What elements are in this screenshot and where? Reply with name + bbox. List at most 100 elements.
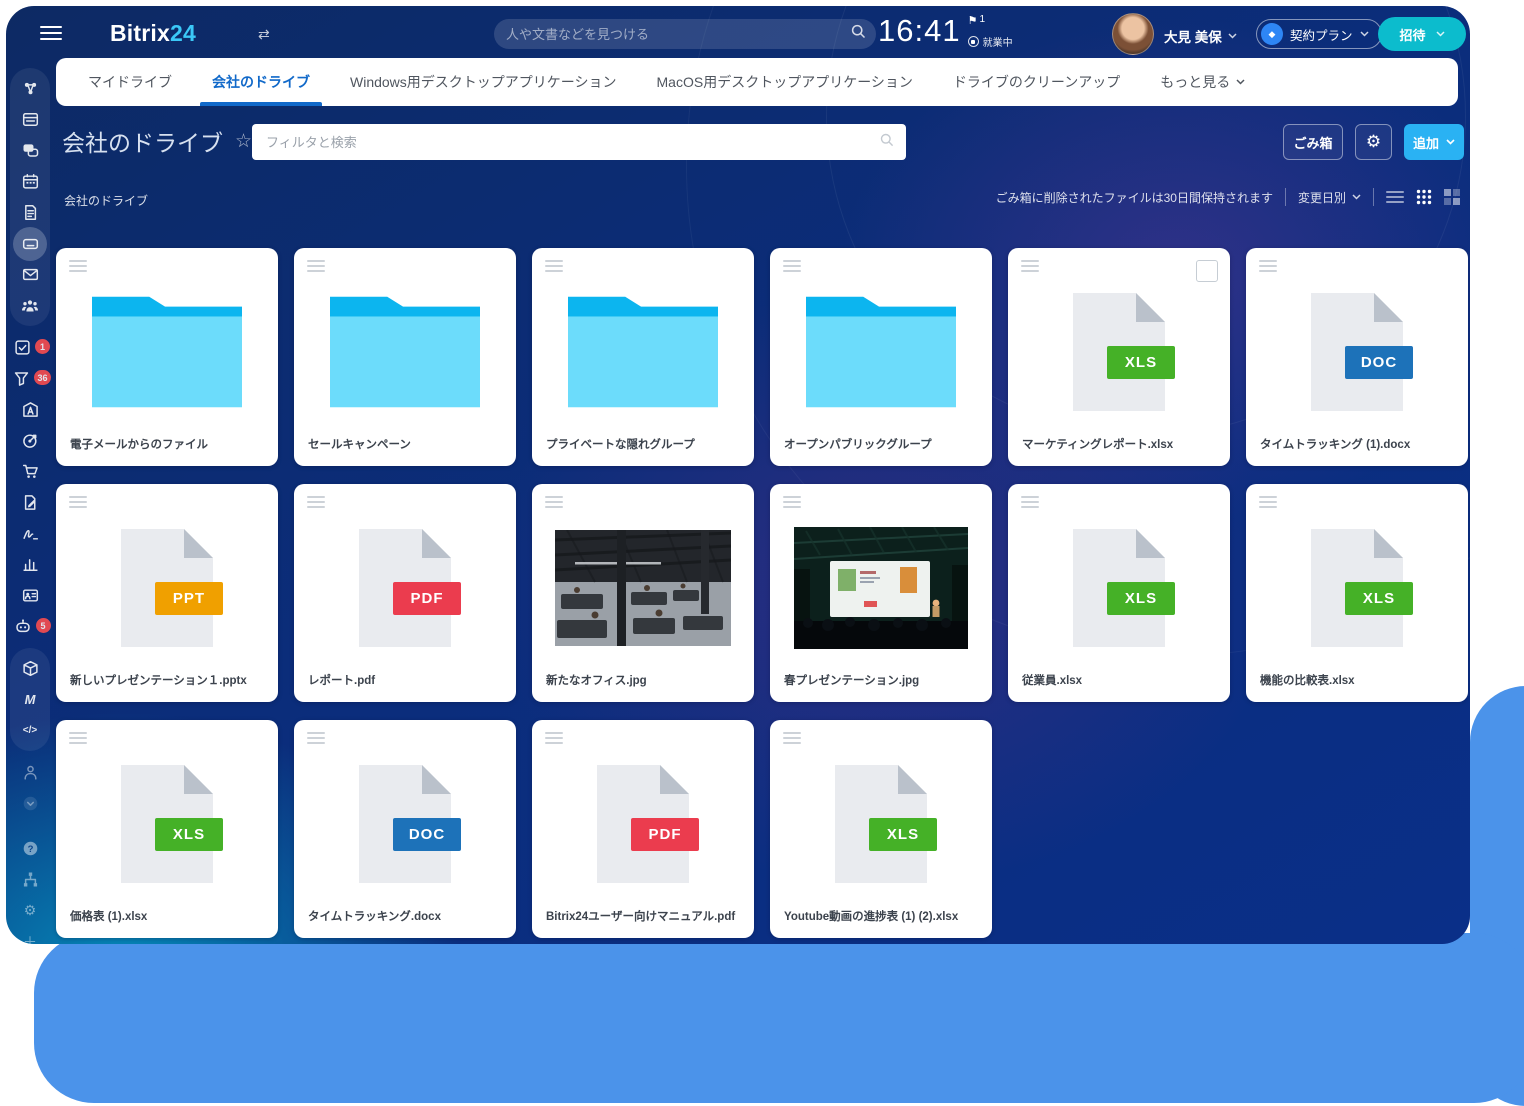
sidebar-item-crm[interactable]: 36 bbox=[13, 363, 47, 394]
sidebar-item-sales-intelligence[interactable] bbox=[13, 425, 47, 456]
bitrix24-logo[interactable]: Bitrix24 bbox=[110, 20, 196, 47]
folder-card[interactable]: 電子メールからのファイル bbox=[56, 248, 278, 466]
file-card[interactable]: XLS価格表 (1).xlsx bbox=[56, 720, 278, 938]
settings-button[interactable]: ⚙ bbox=[1355, 124, 1392, 160]
card-menu-icon[interactable] bbox=[783, 260, 801, 275]
divider bbox=[1285, 188, 1286, 206]
sidebar-item-market-m[interactable]: M bbox=[13, 684, 47, 715]
card-menu-icon[interactable] bbox=[545, 732, 563, 747]
sidebar-item-mail[interactable] bbox=[13, 259, 47, 290]
card-menu-icon[interactable] bbox=[1259, 496, 1277, 511]
file-preview: XLS bbox=[770, 754, 992, 894]
file-type-badge: XLS bbox=[155, 818, 223, 851]
main-menu-icon[interactable] bbox=[40, 26, 62, 44]
global-search[interactable] bbox=[494, 19, 876, 49]
sidebar-item-live-feed[interactable] bbox=[13, 73, 47, 104]
sidebar-item-hr[interactable] bbox=[13, 757, 47, 788]
folder-card[interactable]: オープンパブリックグループ bbox=[770, 248, 992, 466]
file-preview bbox=[532, 518, 754, 658]
plan-button[interactable]: ◆ 契約プラン bbox=[1256, 19, 1382, 49]
file-card[interactable]: XLSマーケティングレポート.xlsx bbox=[1008, 248, 1230, 466]
file-card[interactable]: XLS従業員.xlsx bbox=[1008, 484, 1230, 702]
file-card[interactable]: 春プレゼンテーション.jpg bbox=[770, 484, 992, 702]
filter-search-input[interactable] bbox=[252, 135, 880, 150]
switch-workspace-icon[interactable]: ⇄ bbox=[258, 26, 270, 43]
favorite-star-icon[interactable]: ☆ bbox=[235, 130, 252, 153]
chevron-down-icon bbox=[1352, 194, 1361, 200]
folder-card[interactable]: プライベートな隠れグループ bbox=[532, 248, 754, 466]
sales-intelligence-icon bbox=[22, 432, 39, 449]
card-menu-icon[interactable] bbox=[545, 496, 563, 511]
card-menu-icon[interactable] bbox=[1021, 496, 1039, 511]
folder-card[interactable]: セールキャンペーン bbox=[294, 248, 516, 466]
card-menu-icon[interactable] bbox=[783, 496, 801, 511]
worktime-clock[interactable]: 16:41 ⚑1 就業中 bbox=[878, 14, 1013, 49]
sidebar-item-smart-process[interactable] bbox=[13, 487, 47, 518]
card-menu-icon[interactable] bbox=[545, 260, 563, 275]
sidebar-item-copilot[interactable]: 5 bbox=[13, 611, 47, 642]
tab-label: Windows用デスクトップアプリケーション bbox=[350, 72, 617, 92]
market-icon bbox=[22, 660, 39, 677]
file-card[interactable]: XLSYoutube動画の進捗表 (1) (2).xlsx bbox=[770, 720, 992, 938]
global-search-input[interactable] bbox=[494, 27, 851, 42]
card-menu-icon[interactable] bbox=[69, 260, 87, 275]
card-menu-icon[interactable] bbox=[69, 496, 87, 511]
sidebar-item-store[interactable] bbox=[13, 456, 47, 487]
file-card[interactable]: 新たなオフィス.jpg bbox=[532, 484, 754, 702]
card-menu-icon[interactable] bbox=[307, 732, 325, 747]
tab-0[interactable]: マイドライブ bbox=[68, 58, 192, 106]
file-preview: XLS bbox=[1008, 518, 1230, 658]
card-menu-icon[interactable] bbox=[1021, 260, 1039, 275]
sidebar-item-settings[interactable]: ⚙ bbox=[13, 895, 47, 926]
sidebar-item-market[interactable] bbox=[13, 653, 47, 684]
sidebar-item-tasks[interactable]: 1 bbox=[13, 332, 47, 363]
file-card[interactable]: PPT 新しいプレゼンテーション１.pptx bbox=[56, 484, 278, 702]
file-name: 新しいプレゼンテーション１.pptx bbox=[70, 672, 268, 688]
user-menu[interactable]: 大見 美保 bbox=[1164, 26, 1237, 46]
work-status-icon[interactable] bbox=[968, 36, 979, 47]
file-card[interactable]: PDFレポート.pdf bbox=[294, 484, 516, 702]
file-card[interactable]: DOCタイムトラッキング.docx bbox=[294, 720, 516, 938]
card-menu-icon[interactable] bbox=[69, 732, 87, 747]
tab-1[interactable]: 会社のドライブ bbox=[192, 58, 330, 106]
filter-search[interactable] bbox=[252, 124, 906, 160]
file-card[interactable]: DOCタイムトラッキング (1).docx bbox=[1246, 248, 1468, 466]
doc-file-icon: DOC bbox=[1311, 293, 1403, 411]
sidebar-item-esign[interactable] bbox=[13, 518, 47, 549]
sidebar-item-groups[interactable] bbox=[13, 290, 47, 321]
sidebar-item-bi-analytics[interactable] bbox=[13, 549, 47, 580]
card-menu-icon[interactable] bbox=[1259, 260, 1277, 275]
invite-button[interactable]: 招待 bbox=[1378, 17, 1466, 51]
file-preview: XLS bbox=[1246, 518, 1468, 658]
sidebar-item-devops[interactable]: </> bbox=[13, 715, 47, 746]
sidebar-item-company[interactable] bbox=[13, 394, 47, 425]
trash-button[interactable]: ごみ箱 bbox=[1283, 124, 1343, 160]
sidebar-item-add-menu[interactable]: ＋ bbox=[13, 926, 47, 944]
file-preview bbox=[770, 518, 992, 658]
sidebar-item-structure[interactable] bbox=[13, 864, 47, 895]
file-checkbox[interactable] bbox=[1196, 260, 1218, 282]
sidebar-item-more[interactable] bbox=[13, 788, 47, 819]
user-avatar[interactable] bbox=[1112, 13, 1154, 55]
tasks-icon bbox=[14, 339, 31, 356]
tab-2[interactable]: Windows用デスクトップアプリケーション bbox=[330, 58, 637, 106]
card-menu-icon[interactable] bbox=[783, 732, 801, 747]
grid-view-icon[interactable] bbox=[1416, 189, 1432, 205]
sidebar-item-help[interactable]: ? bbox=[13, 833, 47, 864]
list-view-icon[interactable] bbox=[1386, 190, 1404, 204]
sidebar-item-drive[interactable] bbox=[13, 228, 47, 259]
add-button[interactable]: 追加 bbox=[1404, 124, 1464, 160]
tab-3[interactable]: MacOS用デスクトップアプリケーション bbox=[637, 58, 933, 106]
tab-4[interactable]: ドライブのクリーンアップ bbox=[933, 58, 1140, 106]
card-menu-icon[interactable] bbox=[307, 496, 325, 511]
card-menu-icon[interactable] bbox=[307, 260, 325, 275]
breadcrumb[interactable]: 会社のドライブ bbox=[64, 192, 148, 209]
file-preview: PPT bbox=[56, 518, 278, 658]
tile-view-icon[interactable] bbox=[1444, 189, 1460, 205]
file-card[interactable]: PDFBitrix24ユーザー向けマニュアル.pdf bbox=[532, 720, 754, 938]
file-card[interactable]: XLS機能の比較表.xlsx bbox=[1246, 484, 1468, 702]
sort-selector[interactable]: 変更日別 bbox=[1298, 189, 1361, 206]
sidebar-item-contact-center[interactable] bbox=[13, 580, 47, 611]
drive-icon bbox=[22, 235, 39, 252]
tab-5[interactable]: もっと見る bbox=[1140, 58, 1265, 106]
